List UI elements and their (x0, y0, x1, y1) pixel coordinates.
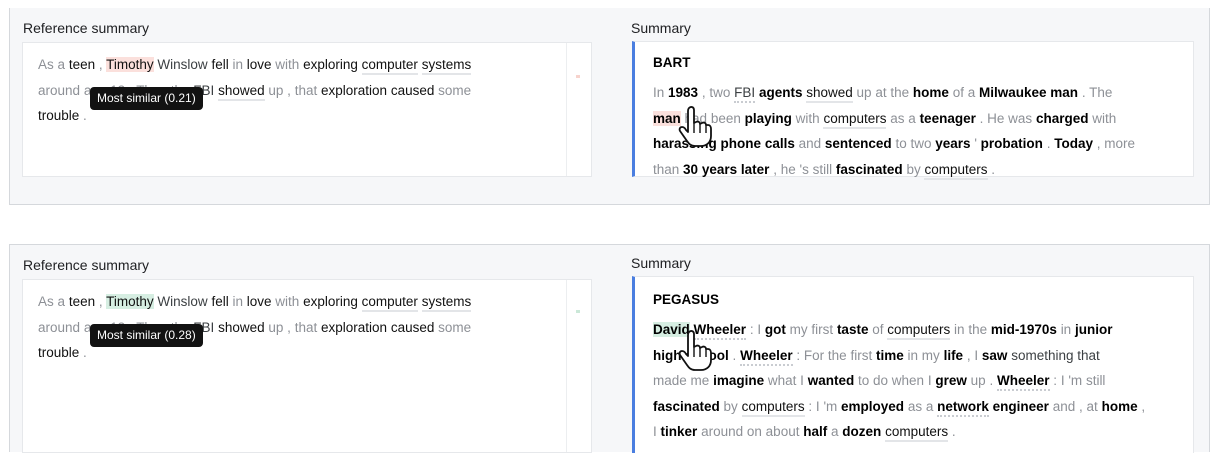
summary-text-bart: In 1983 , two FBI agents showed up at th… (653, 80, 1173, 182)
similarity-tooltip: Most similar (0.21) (90, 87, 203, 110)
comparison-panel-pegasus: Reference summary Summary As a teen , Ti… (9, 244, 1210, 453)
summary-box-pegasus[interactable]: PEGASUS David Wheeler : I got my first t… (632, 276, 1194, 453)
summary-title: Summary (631, 20, 691, 36)
reference-summary-box[interactable]: As a teen , Timothy Winslow fell in love… (22, 279, 592, 453)
similarity-tooltip: Most similar (0.28) (90, 324, 203, 347)
scroll-indicator[interactable] (566, 43, 591, 176)
model-name: BART (653, 55, 691, 70)
reference-summary-title: Reference summary (23, 257, 150, 273)
highlighted-token[interactable]: Timothy (106, 57, 154, 72)
match-marker (576, 75, 580, 78)
highlighted-token[interactable]: Timothy (106, 294, 154, 309)
summary-box-bart[interactable]: BART In 1983 , two FBI agents showed up … (632, 41, 1194, 180)
summary-text-pegasus: David Wheeler : I got my first taste of … (653, 317, 1193, 445)
match-marker (576, 310, 580, 313)
summary-title: Summary (631, 255, 691, 271)
reference-summary-title: Reference summary (23, 20, 150, 36)
hand-cursor-icon (678, 330, 712, 371)
scroll-indicator[interactable] (566, 280, 591, 452)
comparison-panel-bart: Reference summary Summary As a teen , Ti… (9, 8, 1210, 205)
hand-cursor-icon (678, 106, 712, 147)
model-name: PEGASUS (653, 292, 720, 307)
